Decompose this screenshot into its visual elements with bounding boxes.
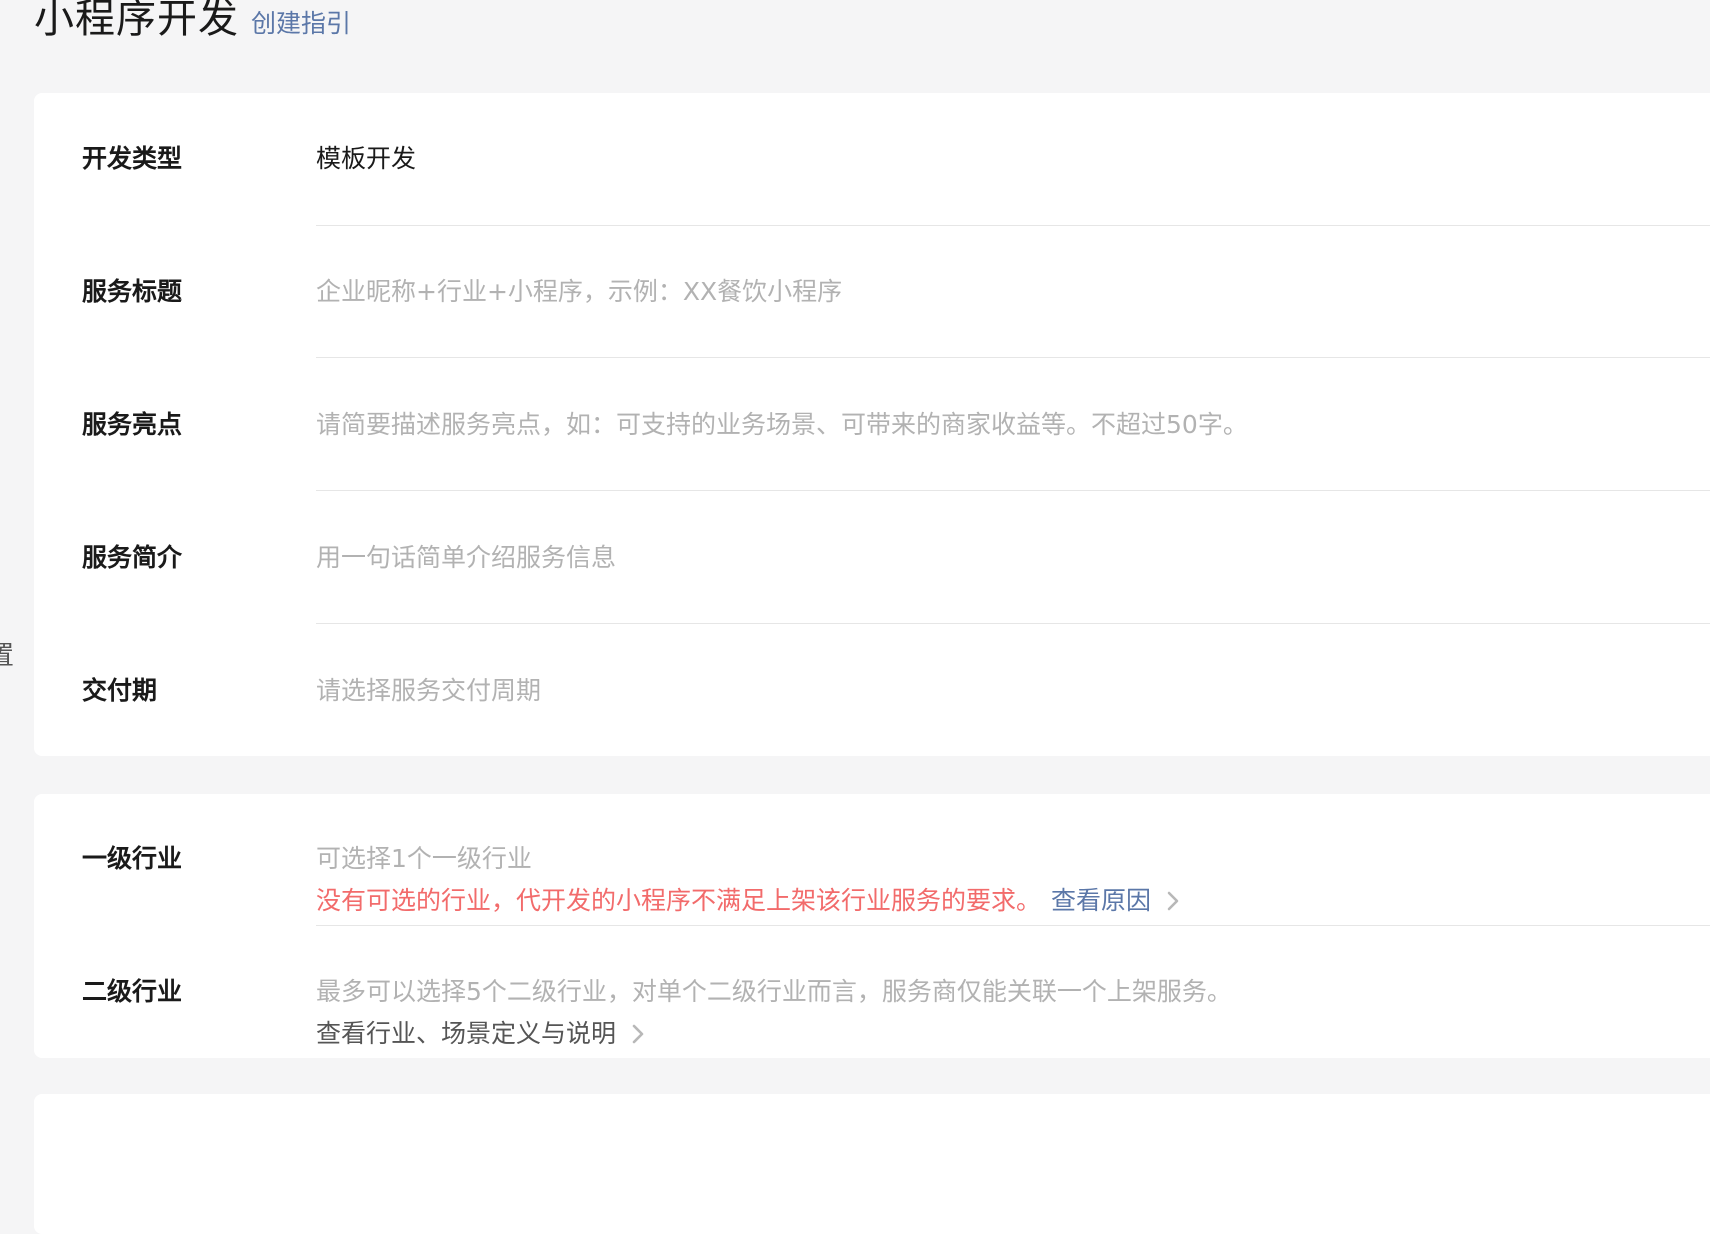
service-intro-input[interactable]: 用一句话简单介绍服务信息	[316, 542, 616, 574]
row-divider	[316, 357, 1710, 358]
basic-info-card: 开发类型 模板开发 服务标题 企业昵称+行业+小程序，示例：XX餐饮小程序 服务…	[34, 93, 1710, 756]
delivery-period-label: 交付期	[82, 676, 158, 705]
industry-definition-label: 查看行业、场景定义与说明	[316, 1019, 617, 1048]
level1-warning-text: 没有可选的行业，代开发的小程序不满足上架该行业服务的要求。	[316, 886, 1042, 915]
service-highlight-label: 服务亮点	[82, 410, 183, 439]
level1-industry-select[interactable]: 可选择1个一级行业	[316, 843, 532, 875]
form-row-service-title: 服务标题 企业昵称+行业+小程序，示例：XX餐饮小程序	[34, 226, 1710, 359]
row-divider	[316, 490, 1710, 491]
next-section-card	[34, 1094, 1710, 1234]
chevron-right-icon	[1161, 889, 1185, 913]
form-row-delivery-period: 交付期 请选择服务交付周期	[34, 625, 1710, 756]
service-title-label: 服务标题	[82, 277, 183, 306]
view-reason-link[interactable]: 查看原因	[1051, 885, 1185, 917]
level1-industry-label: 一级行业	[82, 844, 183, 873]
service-title-input[interactable]: 企业昵称+行业+小程序，示例：XX餐饮小程序	[316, 276, 842, 308]
form-row-level1-industry: 一级行业 可选择1个一级行业 没有可选的行业，代开发的小程序不满足上架该行业服务…	[34, 794, 1710, 926]
level2-definition-line: 查看行业、场景定义与说明	[316, 1018, 650, 1050]
dev-type-value: 模板开发	[316, 144, 417, 173]
dev-type-label: 开发类型	[82, 144, 183, 173]
page-title: 小程序开发	[34, 0, 239, 42]
industry-definition-link[interactable]: 查看行业、场景定义与说明	[316, 1018, 650, 1050]
chevron-right-icon	[626, 1022, 650, 1046]
create-guide-link[interactable]: 创建指引	[251, 4, 351, 40]
form-row-dev-type: 开发类型 模板开发	[34, 93, 1710, 226]
level1-warning-line: 没有可选的行业，代开发的小程序不满足上架该行业服务的要求。 查看原因	[316, 885, 1185, 917]
form-row-service-highlight: 服务亮点 请简要描述服务亮点，如：可支持的业务场景、可带来的商家收益等。不超过5…	[34, 359, 1710, 492]
service-intro-label: 服务简介	[82, 543, 183, 572]
sidebar-fragment: 置	[0, 641, 15, 671]
level2-industry-label: 二级行业	[82, 977, 183, 1006]
industry-card: 一级行业 可选择1个一级行业 没有可选的行业，代开发的小程序不满足上架该行业服务…	[34, 794, 1710, 1058]
service-highlight-input[interactable]: 请简要描述服务亮点，如：可支持的业务场景、可带来的商家收益等。不超过50字。	[316, 409, 1248, 441]
level2-industry-hint: 最多可以选择5个二级行业，对单个二级行业而言，服务商仅能关联一个上架服务。	[316, 977, 1232, 1006]
form-row-service-intro: 服务简介 用一句话简单介绍服务信息	[34, 492, 1710, 625]
form-row-level2-industry: 二级行业 最多可以选择5个二级行业，对单个二级行业而言，服务商仅能关联一个上架服…	[34, 926, 1710, 1058]
delivery-period-select[interactable]: 请选择服务交付周期	[316, 675, 541, 707]
page-header: 小程序开发 创建指引	[34, 0, 351, 46]
view-reason-label: 查看原因	[1051, 886, 1152, 915]
row-divider	[316, 623, 1710, 624]
